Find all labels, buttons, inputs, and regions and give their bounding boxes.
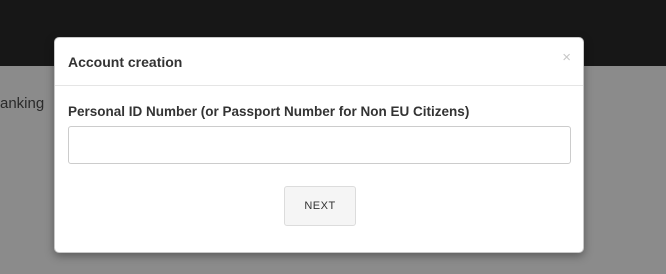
background-page-text: anking: [0, 95, 45, 112]
modal-header: Account creation ×: [55, 38, 583, 86]
close-icon[interactable]: ×: [562, 50, 571, 65]
personal-id-input[interactable]: [68, 126, 571, 164]
account-creation-modal: Account creation × Personal ID Number (o…: [54, 37, 584, 253]
next-button[interactable]: NEXT: [284, 186, 356, 226]
modal-title: Account creation: [68, 54, 183, 70]
personal-id-label: Personal ID Number (or Passport Number f…: [68, 104, 470, 119]
